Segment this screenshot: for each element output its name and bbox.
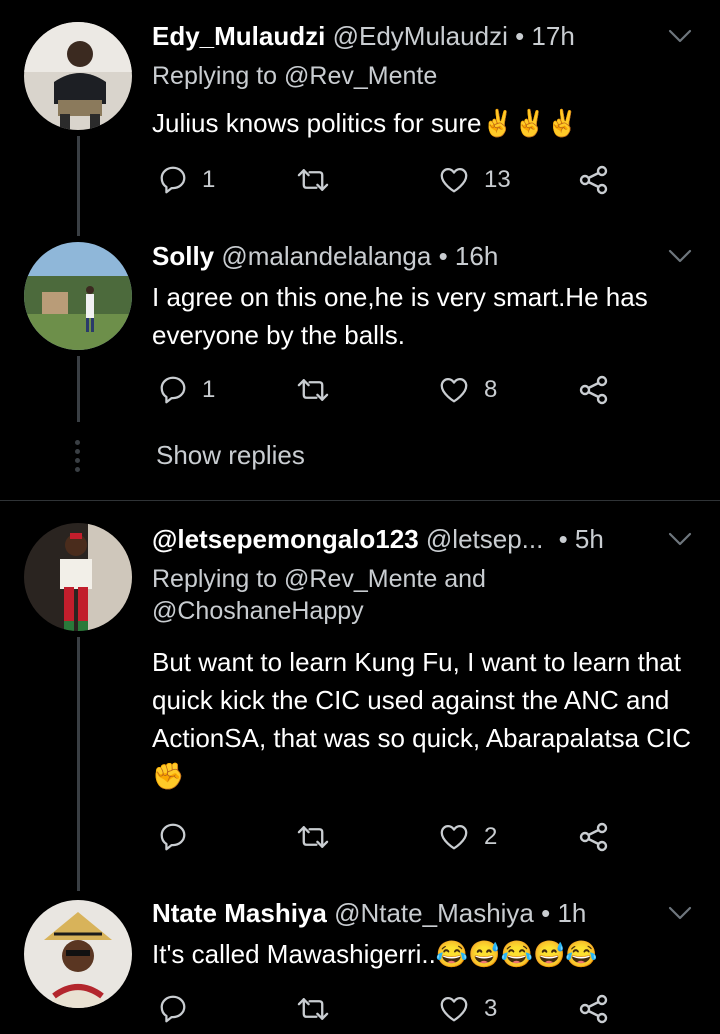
reply-icon bbox=[160, 166, 186, 194]
replying-to-line: Replying to @Rev_Mente and bbox=[152, 565, 486, 593]
share-button[interactable] bbox=[578, 817, 610, 857]
share-icon bbox=[579, 165, 608, 195]
like-button[interactable]: 13 bbox=[438, 160, 511, 200]
reply-icon bbox=[160, 376, 186, 404]
display-name[interactable]: Solly bbox=[152, 241, 214, 271]
thread-line bbox=[77, 356, 80, 422]
thread-line bbox=[77, 136, 80, 214]
reply-button[interactable] bbox=[158, 817, 188, 857]
reply-button[interactable]: 1 bbox=[158, 370, 215, 410]
tweet-actions: 1 8 bbox=[152, 370, 652, 410]
timestamp: • 17h bbox=[515, 21, 575, 51]
like-count: 13 bbox=[484, 166, 511, 193]
reply-icon bbox=[160, 823, 186, 851]
tweet-solly[interactable]: Solly @malandelalanga • 16h I agree on t… bbox=[0, 214, 720, 500]
user-handle[interactable]: @EdyMulaudzi bbox=[333, 21, 508, 51]
timestamp: • 1h bbox=[541, 898, 587, 928]
replying-to-line: @ChoshaneHappy bbox=[152, 597, 364, 625]
retweet-button[interactable] bbox=[296, 370, 330, 410]
tweet-ntate-mashiya[interactable]: Ntate Mashiya @Ntate_Mashiya • 1h It's c… bbox=[0, 869, 720, 1034]
tweet-text: But want to learn Kung Fu, I want to lea… bbox=[152, 647, 692, 791]
display-name[interactable]: @letsepemongalo123 bbox=[152, 524, 419, 554]
share-button[interactable] bbox=[578, 160, 610, 200]
tweet-text: I agree on this one,he is very smart.He … bbox=[152, 282, 648, 350]
replying-to[interactable]: Replying to @Rev_Mente and @ChoshaneHapp… bbox=[152, 563, 486, 627]
thread-line bbox=[77, 637, 80, 869]
heart-icon bbox=[440, 825, 468, 850]
display-name[interactable]: Ntate Mashiya bbox=[152, 898, 327, 928]
retweet-button[interactable] bbox=[296, 989, 330, 1029]
reply-button[interactable]: 1 bbox=[158, 160, 215, 200]
tweet-header: @letsepemongalo123 @letsep... • 5h bbox=[152, 523, 604, 555]
like-button[interactable]: 3 bbox=[438, 989, 497, 1029]
like-button[interactable]: 8 bbox=[438, 370, 497, 410]
replying-to[interactable]: Replying to @Rev_Mente bbox=[152, 60, 437, 92]
retweet-icon bbox=[297, 379, 329, 401]
like-count: 8 bbox=[484, 376, 498, 403]
retweet-button[interactable] bbox=[296, 817, 330, 857]
like-count: 3 bbox=[484, 995, 498, 1022]
chevron-down-icon[interactable] bbox=[668, 905, 692, 921]
user-handle[interactable]: @letsep... bbox=[426, 524, 543, 554]
share-button[interactable] bbox=[578, 370, 610, 410]
heart-icon bbox=[440, 378, 468, 403]
retweet-icon bbox=[297, 169, 329, 191]
display-name[interactable]: Edy_Mulaudzi bbox=[152, 21, 325, 51]
tweet-text: Julius knows politics for sure✌️✌️✌️ bbox=[152, 108, 579, 138]
timestamp: • 16h bbox=[438, 241, 499, 271]
avatar[interactable] bbox=[24, 523, 132, 631]
tweet-actions: 3 bbox=[152, 989, 652, 1029]
tweet-letsepemongalo[interactable]: @letsepemongalo123 @letsep... • 5h Reply… bbox=[0, 501, 720, 869]
retweet-icon bbox=[297, 998, 329, 1020]
user-handle[interactable]: @Ntate_Mashiya bbox=[334, 898, 534, 928]
show-replies-link[interactable]: Show replies bbox=[156, 440, 305, 471]
chevron-down-icon[interactable] bbox=[668, 28, 692, 44]
heart-icon bbox=[440, 168, 468, 193]
chevron-down-icon[interactable] bbox=[668, 248, 692, 264]
tweet-header: Edy_Mulaudzi @EdyMulaudzi • 17h bbox=[152, 20, 575, 52]
like-count: 2 bbox=[484, 823, 498, 850]
chevron-down-icon[interactable] bbox=[668, 531, 692, 547]
thread-line bbox=[77, 214, 80, 236]
tweet-actions: 1 13 bbox=[152, 160, 652, 200]
tweet-text: It's called Mawashigerri..😂😅😂😅😂 bbox=[152, 939, 598, 969]
avatar[interactable] bbox=[24, 242, 132, 350]
reply-icon bbox=[160, 995, 186, 1023]
share-icon bbox=[579, 994, 608, 1024]
avatar[interactable] bbox=[24, 900, 132, 1008]
tweet-header: Ntate Mashiya @Ntate_Mashiya • 1h bbox=[152, 897, 586, 929]
tweet-actions: 2 bbox=[152, 817, 652, 857]
retweet-button[interactable] bbox=[296, 160, 330, 200]
reply-button[interactable] bbox=[158, 989, 188, 1029]
reply-count: 1 bbox=[202, 376, 216, 403]
timestamp: • 5h bbox=[558, 524, 604, 554]
user-handle[interactable]: @malandelalanga bbox=[221, 241, 431, 271]
tweet-edy-mulaudzi[interactable]: Edy_Mulaudzi @EdyMulaudzi • 17h Replying… bbox=[0, 0, 720, 214]
like-button[interactable]: 2 bbox=[438, 817, 497, 857]
heart-icon bbox=[440, 997, 468, 1022]
reply-count: 1 bbox=[202, 166, 216, 193]
retweet-icon bbox=[297, 826, 329, 848]
share-icon bbox=[579, 822, 608, 852]
share-icon bbox=[579, 375, 608, 405]
tweet-header: Solly @malandelalanga • 16h bbox=[152, 240, 498, 272]
thread-more-dots bbox=[74, 440, 82, 476]
share-button[interactable] bbox=[578, 989, 610, 1029]
avatar[interactable] bbox=[24, 22, 132, 130]
thread-line bbox=[77, 869, 80, 891]
